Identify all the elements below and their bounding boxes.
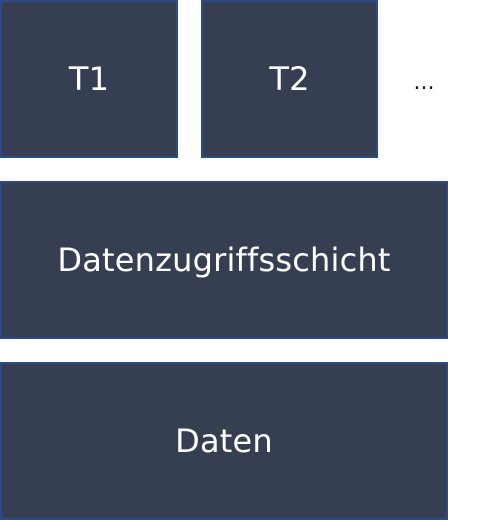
data-box: Daten xyxy=(0,362,448,520)
more-indicator: ... xyxy=(413,69,435,95)
t1-label: T1 xyxy=(68,60,110,98)
t2-box: T2 xyxy=(201,0,378,158)
data-access-layer-label: Datenzugriffsschicht xyxy=(57,241,391,279)
data-access-layer-box: Datenzugriffsschicht xyxy=(0,181,448,339)
t1-box: T1 xyxy=(0,0,178,158)
data-label: Daten xyxy=(175,422,273,460)
t2-label: T2 xyxy=(269,60,310,98)
